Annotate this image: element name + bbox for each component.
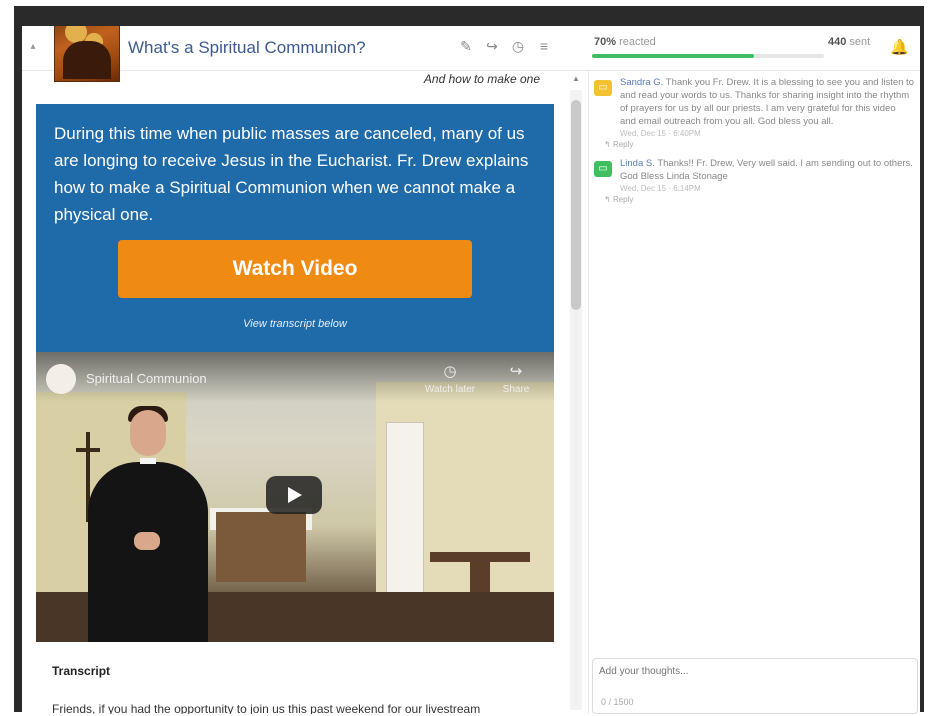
bell-icon[interactable]: 🔔 xyxy=(890,38,909,56)
reacted-value: 70% xyxy=(594,36,617,48)
character-count: 0 / 1500 xyxy=(601,697,634,707)
comment-item: ▭ Sandra G. Thank you Fr. Drew. It is a … xyxy=(592,76,914,151)
panel-divider xyxy=(588,70,589,714)
comment-icon: ▭ xyxy=(594,161,612,177)
comment-icon: ▭ xyxy=(594,80,612,96)
app-window: ▴ What's a Spiritual Communion? ✎ ↪ ◷ ≡ … xyxy=(22,26,920,714)
video-door xyxy=(386,422,424,594)
edit-icon[interactable]: ✎ xyxy=(458,38,474,55)
menu-icon[interactable]: ≡ xyxy=(536,38,552,55)
clock-icon: ◷ xyxy=(443,363,457,380)
progress-fill xyxy=(592,54,755,58)
reacted-progress-bar xyxy=(592,54,824,58)
sent-value: 440 xyxy=(828,36,847,48)
comment-text: Thanks!! Fr. Drew, Very well said. I am … xyxy=(620,158,913,182)
comments-list: ▭ Sandra G. Thank you Fr. Drew. It is a … xyxy=(592,76,914,212)
collapse-icon[interactable]: ▴ xyxy=(26,40,40,54)
comment-item: ▭ Linda S. Thanks!! Fr. Drew, Very well … xyxy=(592,157,914,206)
header-actions: ✎ ↪ ◷ ≡ xyxy=(458,38,552,55)
watch-later-label: Watch later xyxy=(424,384,476,395)
page-title: What's a Spiritual Communion? xyxy=(128,38,366,57)
post-content: And how to make one During this time whe… xyxy=(36,70,554,714)
reply-link[interactable]: ↰ Reply xyxy=(604,139,914,151)
watch-video-button[interactable]: Watch Video xyxy=(118,240,472,298)
view-transcript-link[interactable]: View transcript below xyxy=(36,318,554,330)
comment-author[interactable]: Sandra G. xyxy=(620,77,663,88)
share-label: Share xyxy=(502,384,530,395)
share-icon[interactable]: ↪ xyxy=(484,38,500,55)
comment-author[interactable]: Linda S. xyxy=(620,158,655,169)
header: ▴ What's a Spiritual Communion? ✎ ↪ ◷ ≡ … xyxy=(22,26,920,82)
banner-text: During this time when public masses are … xyxy=(54,124,529,224)
comment-input[interactable] xyxy=(597,665,911,678)
video-share-button[interactable]: ↪ Share xyxy=(496,362,536,395)
share-arrow-icon: ↪ xyxy=(509,363,523,380)
comment-text: Thank you Fr. Drew. It is a blessing to … xyxy=(620,77,914,127)
video-priest xyxy=(88,462,208,642)
reacted-label: reacted xyxy=(619,36,656,48)
post-subtitle: And how to make one xyxy=(423,72,540,86)
channel-logo[interactable] xyxy=(46,364,76,394)
video-altar xyxy=(216,512,306,582)
blue-banner: During this time when public masses are … xyxy=(36,104,554,352)
reply-label: Reply xyxy=(612,195,634,204)
scroll-up-arrow-icon[interactable]: ▲ xyxy=(572,74,580,83)
clock-icon[interactable]: ◷ xyxy=(510,38,526,55)
sent-label: sent xyxy=(849,36,871,48)
comment-date: Wed, Dec 15 · 6:40PM xyxy=(620,129,701,138)
reacted-stat: 70% reacted xyxy=(594,36,656,48)
video-player[interactable]: Spiritual Communion ◷ Watch later ↪ Shar… xyxy=(36,352,554,642)
comment-body: Linda S. Thanks!! Fr. Drew, Very well sa… xyxy=(620,157,914,183)
comment-date: Wed, Dec 15 · 6:14PM xyxy=(620,184,701,193)
comment-body: Sandra G. Thank you Fr. Drew. It is a bl… xyxy=(620,76,914,128)
reply-label: Reply xyxy=(612,140,634,149)
sent-stat: 440 sent xyxy=(828,36,870,48)
comment-compose: 0 / 1500 xyxy=(592,658,918,714)
reply-link[interactable]: ↰ Reply xyxy=(604,194,914,206)
transcript-heading: Transcript xyxy=(52,664,111,678)
scrollbar-thumb[interactable] xyxy=(571,100,581,310)
watch-later-button[interactable]: ◷ Watch later xyxy=(420,362,480,395)
video-title[interactable]: Spiritual Communion xyxy=(86,371,207,386)
play-button[interactable] xyxy=(266,476,322,514)
transcript-text: Friends, if you had the opportunity to j… xyxy=(52,702,481,714)
